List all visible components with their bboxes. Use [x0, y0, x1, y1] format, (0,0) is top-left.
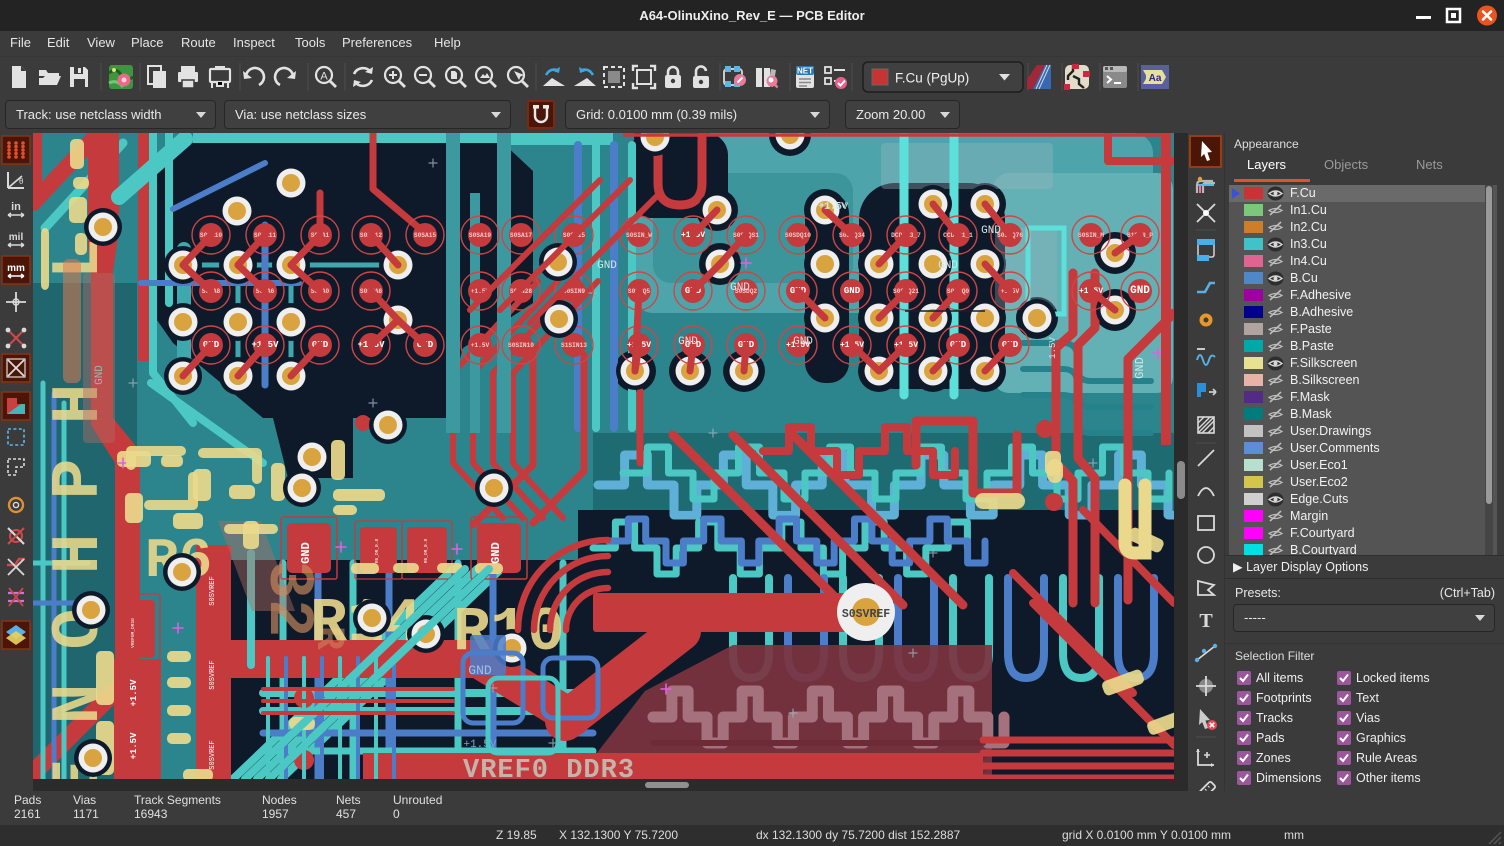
- svg-text:T: T: [1199, 610, 1213, 632]
- svg-text:S0SIN10: S0SIN10: [508, 342, 534, 349]
- svg-text:S0SVREF: S0SVREF: [209, 576, 217, 605]
- svg-text:S0SIN_M: S0SIN_M: [1078, 232, 1104, 239]
- svg-text:GND: GND: [489, 542, 503, 564]
- svg-text:GND: GND: [1133, 357, 1147, 379]
- svg-text:+1.5V: +1.5V: [129, 679, 139, 707]
- svg-text:32: 32: [251, 561, 323, 638]
- svg-text:S1SIN13: S1SIN13: [561, 342, 587, 349]
- svg-text:P: P: [41, 459, 118, 500]
- svg-text:mm: mm: [7, 263, 25, 274]
- svg-text:S0SA17: S0SA17: [510, 232, 533, 239]
- svg-text:+1.5V: +1.5V: [471, 342, 490, 349]
- svg-text:GND: GND: [94, 365, 106, 385]
- svg-text:S0SIN_W: S0SIN_W: [626, 232, 652, 239]
- svg-text:S0SA15: S0SA15: [414, 232, 437, 239]
- svg-text:in: in: [11, 201, 21, 213]
- svg-text:S0SA19: S0SA19: [469, 232, 492, 239]
- svg-text:GND: GND: [1130, 285, 1150, 297]
- svg-text:F.Cu (PgUp): F.Cu (PgUp): [895, 71, 969, 86]
- svg-text:S0SVREF: S0SVREF: [209, 740, 217, 769]
- svg-text:+1.5V: +1.5V: [129, 732, 139, 760]
- svg-text:+1.5V: +1.5V: [818, 202, 848, 213]
- svg-text:GND: GND: [468, 663, 492, 678]
- svg-text:S0SDQ10: S0SDQ10: [785, 232, 811, 239]
- svg-text:mil: mil: [9, 232, 24, 243]
- svg-text:NET: NET: [797, 67, 813, 76]
- svg-text:A: A: [320, 71, 328, 83]
- svg-text:R6_DR_0.8: R6_DR_0.8: [423, 539, 429, 564]
- svg-text:H: H: [41, 534, 118, 575]
- svg-text:S0SVREF: S0SVREF: [209, 660, 217, 689]
- svg-text:GND: GND: [730, 282, 750, 294]
- svg-text:1.5V: 1.5V: [1048, 337, 1058, 359]
- svg-text:GND: GND: [299, 542, 313, 564]
- svg-text:GND: GND: [938, 260, 958, 272]
- svg-text:S0SVREF: S0SVREF: [842, 608, 890, 621]
- svg-text:GND: GND: [678, 336, 698, 348]
- svg-text:GND: GND: [981, 225, 1001, 237]
- svg-text:GND: GND: [844, 286, 861, 296]
- svg-text:R6_DR_0.8: R6_DR_0.8: [374, 539, 380, 564]
- svg-text:VREF0 DDR3: VREF0 DDR3: [463, 756, 635, 779]
- svg-text:GND: GND: [793, 336, 813, 348]
- svg-text:VREF0M_DR10: VREF0M_DR10: [130, 618, 136, 648]
- svg-text:GND: GND: [597, 260, 617, 272]
- svg-text:θ: θ: [19, 177, 24, 186]
- svg-text:Aa: Aa: [1149, 73, 1162, 84]
